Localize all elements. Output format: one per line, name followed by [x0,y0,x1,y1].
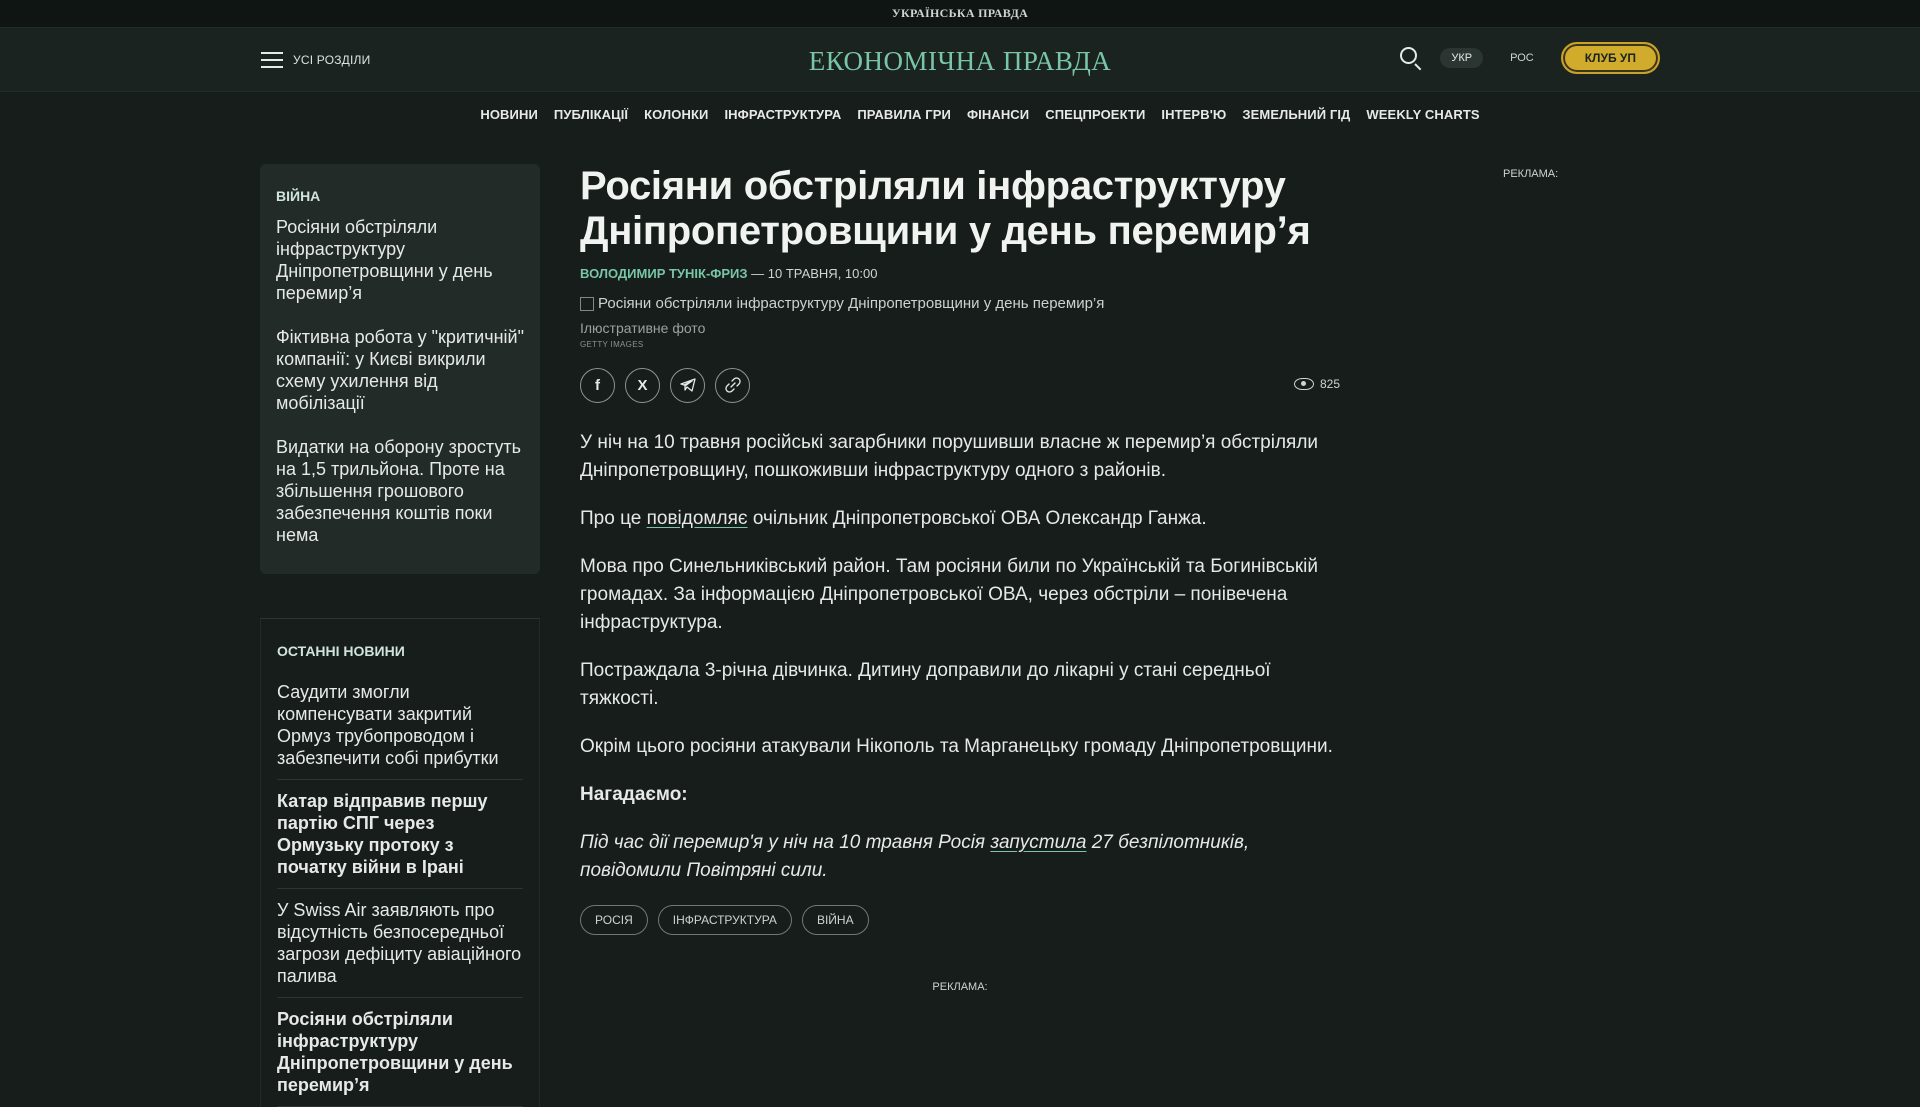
quote-text: Під час дії перемир'я у ніч на 10 травня… [580,832,991,853]
latest-news-title[interactable]: ОСТАННІ НОВИНИ [277,643,523,659]
war-item[interactable]: Фіктивна робота у "критичній" компанії: … [276,326,524,436]
latest-news-item[interactable]: У Swiss Air заявляють про відсутність бе… [277,889,523,998]
reminder-quote: Під час дії перемир'я у ніч на 10 травня… [580,829,1340,885]
nav-rules[interactable]: ПРАВИЛА ГРИ [857,107,951,122]
reminder-heading: Нагадаємо: [580,784,688,805]
club-up-button[interactable]: КЛУБ УП [1560,42,1660,74]
paragraph: У ніч на 10 травня російські загарбники … [580,432,1319,481]
article: Росіяни обстріляли інфраструктуру Дніпро… [580,164,1340,993]
paragraph: Мова про Синельниківський район. Там рос… [580,556,1318,633]
publish-date: — 10 ТРАВНЯ, 10:00 [751,266,878,281]
tag-russia[interactable]: РОСІЯ [580,905,648,935]
ad-label-right: РЕКЛАМА: [1503,168,1559,180]
nav-interview[interactable]: ІНТЕРВ'Ю [1161,107,1226,122]
war-item[interactable]: Видатки на оборону зростуть на 1,5 триль… [276,436,524,558]
lang-ros-button[interactable]: РОС [1499,48,1545,68]
all-sections-label: УСІ РОЗДІЛИ [293,53,371,67]
site-header: УСІ РОЗДІЛИ ЕКОНОМІЧНА ПРАВДА УКР РОС КЛ… [0,28,1920,92]
paragraph-text: Про це [580,508,647,529]
image-caption: Ілюстративне фото [580,320,706,336]
top-bar: УКРАЇНСЬКА ПРАВДА [0,0,1920,28]
broken-image-icon [580,296,594,311]
telegram-icon[interactable] [670,367,705,403]
byline: ВОЛОДИМИР ТУНІК-ФРИЗ — 10 ТРАВНЯ, 10:00 [580,266,1340,281]
nav-land-guide[interactable]: ЗЕМЕЛЬНИЙ ГІД [1242,107,1350,122]
nav-publications[interactable]: ПУБЛІКАЦІЇ [554,107,628,122]
tags: РОСІЯ ІНФРАСТРУКТУРА ВІЙНА [580,905,1340,935]
nav-special-projects[interactable]: СПЕЦПРОЕКТИ [1045,107,1145,122]
lang-ukr-button[interactable]: УКР [1440,48,1484,68]
header-actions: УКР РОС КЛУБ УП [1398,42,1660,74]
nav-columns[interactable]: КОЛОНКИ [644,107,708,122]
main-nav: НОВИНИ ПУБЛІКАЦІЇ КОЛОНКИ ІНФРАСТРУКТУРА… [0,92,1920,136]
latest-news-item[interactable]: Саудити змогли компенсувати закритий Орм… [277,671,523,780]
view-count-value: 825 [1319,377,1340,391]
sidebar: ВІЙНА Росіяни обстріляли інфраструктуру … [260,164,540,1107]
author-link[interactable]: ВОЛОДИМИР ТУНІК-ФРИЗ [580,266,748,281]
war-card: ВІЙНА Росіяни обстріляли інфраструктуру … [260,164,540,574]
all-sections-button[interactable]: УСІ РОЗДІЛИ [261,52,370,68]
view-count: 825 [1293,377,1340,391]
war-card-title[interactable]: ВІЙНА [276,188,524,204]
search-icon[interactable] [1398,45,1424,71]
image-credit: GETTY IMAGES [580,340,644,349]
source-link[interactable]: повідомляє [647,508,748,529]
link-icon[interactable] [715,367,750,403]
nav-finance[interactable]: ФІНАНСИ [967,107,1029,122]
article-headline: Росіяни обстріляли інфраструктуру Дніпро… [580,164,1311,253]
nav-news[interactable]: НОВИНИ [480,107,538,122]
latest-news-item[interactable]: Росіяни обстріляли інфраструктуру Дніпро… [277,998,523,1107]
up-logo-link[interactable]: УКРАЇНСЬКА ПРАВДА [892,6,1028,21]
facebook-icon[interactable]: f [580,367,615,403]
tag-infrastructure[interactable]: ІНФРАСТРУКТУРА [657,905,792,935]
war-item[interactable]: Росіяни обстріляли інфраструктуру Дніпро… [276,216,524,326]
nav-weekly-charts[interactable]: WEEKLY CHARTS [1366,107,1479,122]
paragraph: Про це повідомляє очільник Дніпропетровс… [580,505,1340,533]
paragraph: Окрім цього росіяни атакували Нікополь т… [580,736,1333,757]
article-image: Росіяни обстріляли інфраструктуру Дніпро… [580,295,1340,312]
ad-label-bottom: РЕКЛАМА: [932,981,988,993]
eye-icon [1293,378,1314,390]
launched-link[interactable]: запустила [990,832,1086,853]
share-row: f X 825 [580,367,1340,403]
x-icon[interactable]: X [625,367,660,403]
article-body: У ніч на 10 травня російські загарбники … [580,429,1340,885]
paragraph: Постраждала 3-річна дівчинка. Дитину доп… [580,660,1271,709]
nav-infrastructure[interactable]: ІНФРАСТРУКТУРА [724,107,841,122]
article-image-alt: Росіяни обстріляли інфраструктуру Дніпро… [598,295,1105,312]
latest-news: ОСТАННІ НОВИНИ Саудити змогли компенсува… [260,618,540,1107]
paragraph-text: очільник Дніпропетровської ОВА Олександр… [747,508,1207,529]
latest-news-item[interactable]: Катар відправив першу партію СПГ через О… [277,780,523,889]
menu-icon [261,52,283,68]
tag-war[interactable]: ВІЙНА [801,905,869,935]
